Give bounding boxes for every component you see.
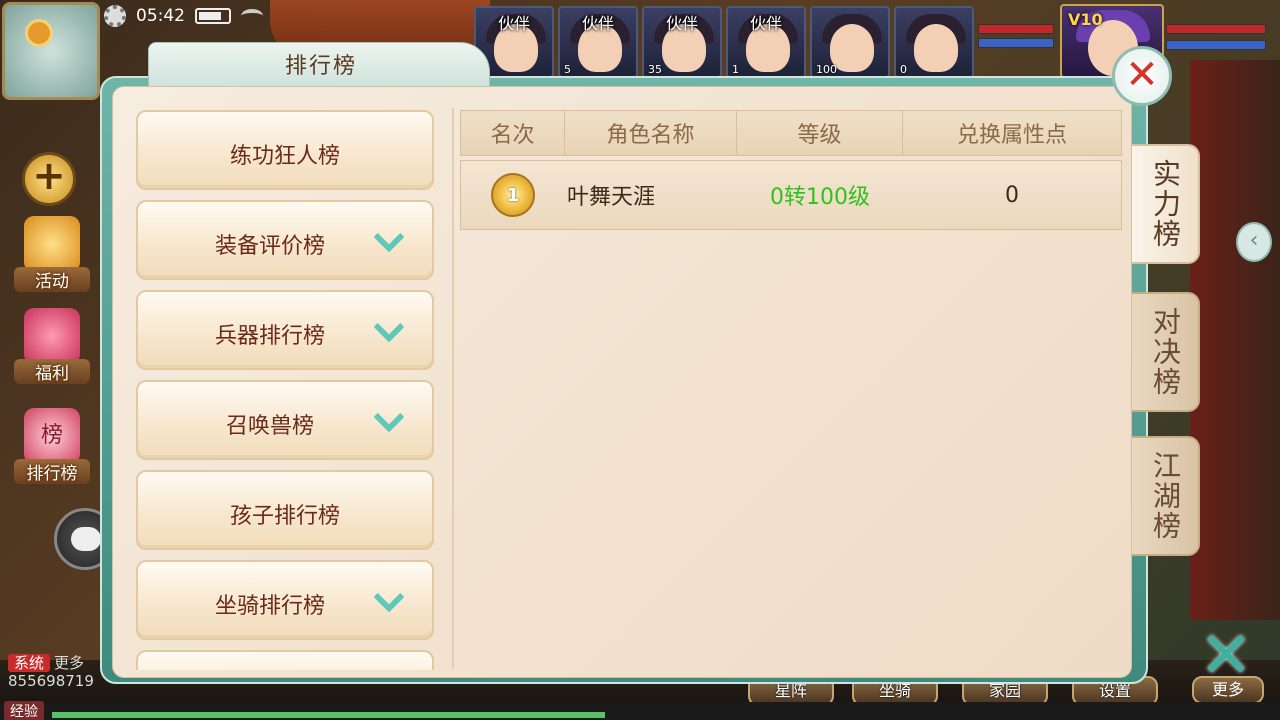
horn-icon <box>24 216 80 272</box>
activity-button[interactable]: 活动 <box>10 210 94 294</box>
tab-label: 对决榜 <box>1149 307 1182 397</box>
category-label: 孩子排行榜 <box>229 504 340 529</box>
header-points: 兑换属性点 <box>956 123 1067 148</box>
category-item-equipment[interactable]: 装备评价榜 <box>136 200 434 280</box>
partner-portrait-2[interactable]: 伙伴 5 <box>558 6 638 78</box>
category-item-mount[interactable]: 坐骑排行榜 <box>136 560 434 640</box>
points-cell: 0 <box>1005 182 1019 208</box>
chevron-down-icon <box>372 408 406 430</box>
partner-tag: 伙伴 <box>749 14 782 33</box>
portrait-face <box>914 24 958 72</box>
welfare-button[interactable]: 福利 <box>10 302 94 386</box>
system-tag: 系统 <box>8 654 51 672</box>
category-label: 练功狂人榜 <box>229 144 340 169</box>
ranking-scroll-icon: 榜 <box>24 408 80 464</box>
chat-line-2: 855698719 <box>8 672 94 690</box>
chevron-down-icon <box>372 318 406 340</box>
header-name: 角色名称 <box>565 111 737 155</box>
rank-cell: 1 <box>461 161 565 229</box>
experience-fill <box>52 712 605 718</box>
chevron-down-icon <box>372 588 406 610</box>
level-cell: 0转100级 <box>770 185 870 210</box>
chat-text: 855698719 <box>8 672 94 690</box>
category-list[interactable]: 练功狂人榜 装备评价榜 兵器排行榜 召唤兽榜 孩子排行榜 坐骑排行榜 <box>136 110 436 670</box>
activity-label: 活动 <box>14 267 90 292</box>
vip-badge: V10 <box>1068 10 1103 29</box>
close-icon: ✕ <box>1125 52 1159 98</box>
partner-level: 5 <box>564 63 571 76</box>
chat-line-1: 系统 更多 <box>8 652 84 673</box>
partner-hp-bar <box>978 24 1054 34</box>
experience-label: 经验 <box>4 701 44 720</box>
more-label: 更多 <box>1192 676 1264 704</box>
status-bar: 05:42 <box>104 3 263 29</box>
category-item-weapon[interactable]: 兵器排行榜 <box>136 290 434 370</box>
header-level: 等级 <box>737 111 903 155</box>
chat-icon <box>71 527 101 551</box>
header-rank: 名次 <box>461 111 565 155</box>
welfare-label: 福利 <box>14 359 90 384</box>
table-row[interactable]: 1 叶舞天涯 0转100级 0 <box>460 160 1122 230</box>
minimap-button[interactable] <box>2 2 100 100</box>
ranking-table-header: 名次 角色名称 等级 兑换属性点 <box>460 110 1122 156</box>
partner-portrait-3[interactable]: 伙伴 35 <box>642 6 722 78</box>
partner-level: 0 <box>900 63 907 76</box>
partner-portrait-5[interactable]: 100 <box>810 6 890 78</box>
partner-tag: 伙伴 <box>665 14 698 33</box>
category-item-summon[interactable]: 召唤兽榜 <box>136 380 434 460</box>
player-hp-bar <box>1166 24 1266 34</box>
experience-bar <box>0 702 1280 720</box>
left-arrow-icon[interactable]: ‹ <box>1236 222 1272 262</box>
chat-text: 更多 <box>54 654 85 672</box>
name-cell: 叶舞天涯 <box>567 185 656 210</box>
ranking-label: 排行榜 <box>14 459 90 484</box>
partner-tag: 伙伴 <box>497 14 530 33</box>
partner-level: 100 <box>816 63 837 76</box>
clock-time: 05:42 <box>136 6 185 26</box>
chevron-down-icon <box>372 228 406 250</box>
tab-label: 江湖榜 <box>1149 451 1182 541</box>
partner-portraits: 伙伴 伙伴 5 伙伴 35 伙伴 1 100 0 <box>474 6 974 78</box>
partner-portrait-6[interactable]: 0 <box>894 6 974 78</box>
category-item-partial[interactable] <box>136 650 434 670</box>
partner-tag: 伙伴 <box>581 14 614 33</box>
partner-mp-bar <box>978 38 1054 48</box>
list-divider <box>452 108 454 668</box>
partner-portrait-4[interactable]: 伙伴 1 <box>726 6 806 78</box>
plus-icon[interactable]: + <box>22 152 76 206</box>
panel-title: 排行榜 <box>284 54 357 79</box>
tab-jianghu[interactable]: 江湖榜 <box>1132 436 1200 556</box>
close-button[interactable]: ✕ <box>1112 46 1172 106</box>
gold-medal-icon: 1 <box>491 173 535 217</box>
tab-strength[interactable]: 实力榜 <box>1132 144 1200 264</box>
partner-level: 1 <box>732 63 739 76</box>
tab-duel[interactable]: 对决榜 <box>1132 292 1200 412</box>
red-wall <box>1190 60 1280 620</box>
category-item-training[interactable]: 练功狂人榜 <box>136 110 434 190</box>
ranking-button[interactable]: 榜 排行榜 <box>10 402 94 486</box>
category-item-children[interactable]: 孩子排行榜 <box>136 470 434 550</box>
tab-label: 实力榜 <box>1149 159 1182 249</box>
partner-level: 35 <box>648 63 662 76</box>
gear-icon[interactable] <box>104 5 126 27</box>
battery-icon <box>195 8 231 24</box>
wifi-icon <box>241 9 263 23</box>
gift-icon <box>24 308 80 364</box>
compass-icon <box>25 19 53 47</box>
player-mp-bar <box>1166 40 1266 50</box>
more-button[interactable]: ✕ 更多 <box>1186 624 1270 704</box>
